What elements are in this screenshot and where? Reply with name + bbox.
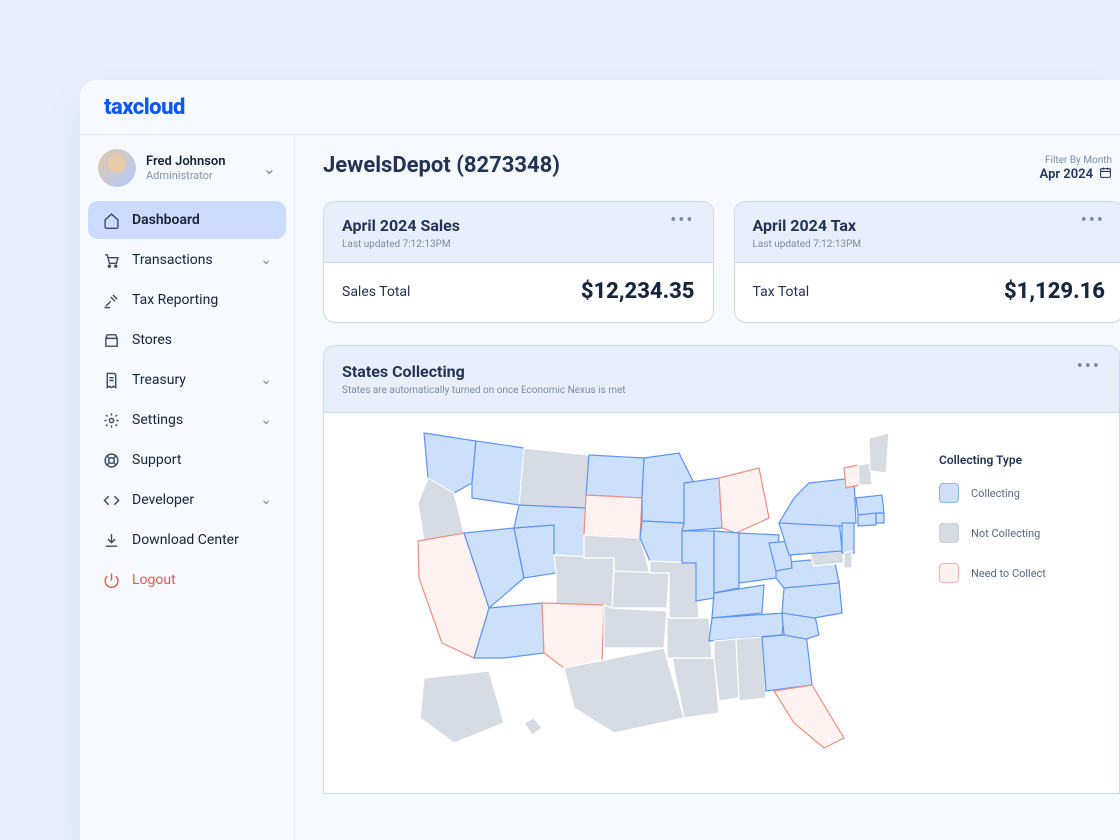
metric-label: Tax Total [753, 284, 810, 300]
sales-card: April 2024 Sales Last updated 7:12:13PM … [323, 201, 714, 323]
tax-card: April 2024 Tax Last updated 7:12:13PM ••… [734, 201, 1120, 323]
metric-value: $1,129.16 [1004, 279, 1105, 304]
nav-dashboard[interactable]: Dashboard [88, 201, 286, 239]
legend-not-collecting: Not Collecting [939, 523, 1089, 543]
legend-need-to-collect: Need to Collect [939, 563, 1089, 583]
states-card: States Collecting States are automatical… [323, 345, 1120, 794]
metric-value: $12,234.35 [581, 279, 695, 304]
legend-collecting: Collecting [939, 483, 1089, 503]
nav-transactions[interactable]: Transactions ⌄ [88, 241, 286, 279]
nav-label: Download Center [132, 532, 239, 548]
nav-label: Dashboard [132, 212, 200, 228]
code-icon [102, 491, 120, 509]
receipt-icon [102, 371, 120, 389]
more-icon[interactable]: ••• [670, 216, 694, 226]
gavel-icon [102, 291, 120, 309]
gear-icon [102, 411, 120, 429]
profile-menu[interactable]: Fred Johnson Administrator ⌄ [88, 143, 286, 201]
nav-label: Settings [132, 412, 183, 428]
card-title: April 2024 Sales [342, 216, 460, 235]
metric-label: Sales Total [342, 284, 410, 300]
nav-tax-reporting[interactable]: Tax Reporting [88, 281, 286, 319]
sidebar: Fred Johnson Administrator ⌄ Dashboard T… [80, 134, 294, 840]
legend-text: Need to Collect [971, 567, 1046, 580]
store-icon [102, 331, 120, 349]
page-title: JewelsDepot (8273348) [323, 153, 560, 178]
topbar: taxcloud [80, 80, 1120, 134]
chevron-down-icon: ⌄ [263, 159, 276, 178]
legend-text: Collecting [971, 487, 1020, 500]
nav-logout[interactable]: Logout [88, 561, 286, 599]
brand-logo: taxcloud [104, 95, 185, 120]
profile-role: Administrator [146, 169, 253, 182]
calendar-icon [1099, 166, 1112, 183]
nav-support[interactable]: Support [88, 441, 286, 479]
map-legend: Collecting Type Collecting Not Collectin… [939, 453, 1089, 603]
nav-label: Support [132, 452, 181, 468]
profile-name: Fred Johnson [146, 154, 253, 169]
filter-label: Filter By Month [1040, 155, 1112, 166]
filter-value: Apr 2024 [1040, 167, 1093, 182]
nav-label: Developer [132, 492, 194, 508]
card-title: States Collecting [342, 362, 626, 381]
nav-label: Treasury [132, 372, 186, 388]
nav-label: Transactions [132, 252, 213, 268]
card-subtitle: Last updated 7:12:13PM [753, 239, 862, 250]
month-filter[interactable]: Filter By Month Apr 2024 [1040, 155, 1112, 183]
nav-treasury[interactable]: Treasury ⌄ [88, 361, 286, 399]
chevron-down-icon: ⌄ [260, 252, 272, 268]
download-icon [102, 531, 120, 549]
us-map [414, 423, 904, 753]
legend-text: Not Collecting [971, 527, 1040, 540]
swatch-collecting [939, 483, 959, 503]
swatch-need-to-collect [939, 563, 959, 583]
nav-developer[interactable]: Developer ⌄ [88, 481, 286, 519]
card-subtitle: States are automatically turned on once … [342, 385, 626, 396]
lifebuoy-icon [102, 451, 120, 469]
swatch-not-collecting [939, 523, 959, 543]
main-content: JewelsDepot (8273348) Filter By Month Ap… [294, 134, 1120, 840]
nav-settings[interactable]: Settings ⌄ [88, 401, 286, 439]
nav-label: Tax Reporting [132, 292, 218, 308]
card-subtitle: Last updated 7:12:13PM [342, 239, 460, 250]
power-icon [102, 571, 120, 589]
home-icon [102, 211, 120, 229]
more-icon[interactable]: ••• [1077, 362, 1101, 372]
cart-icon [102, 251, 120, 269]
chevron-down-icon: ⌄ [260, 492, 272, 508]
legend-title: Collecting Type [939, 453, 1089, 467]
nav-download-center[interactable]: Download Center [88, 521, 286, 559]
card-title: April 2024 Tax [753, 216, 862, 235]
nav-label: Stores [132, 332, 172, 348]
more-icon[interactable]: ••• [1081, 216, 1105, 226]
avatar [98, 149, 136, 187]
nav-label: Logout [132, 572, 176, 588]
nav-stores[interactable]: Stores [88, 321, 286, 359]
chevron-down-icon: ⌄ [260, 412, 272, 428]
app-window: taxcloud Fred Johnson Administrator ⌄ Da… [80, 80, 1120, 840]
chevron-down-icon: ⌄ [260, 372, 272, 388]
